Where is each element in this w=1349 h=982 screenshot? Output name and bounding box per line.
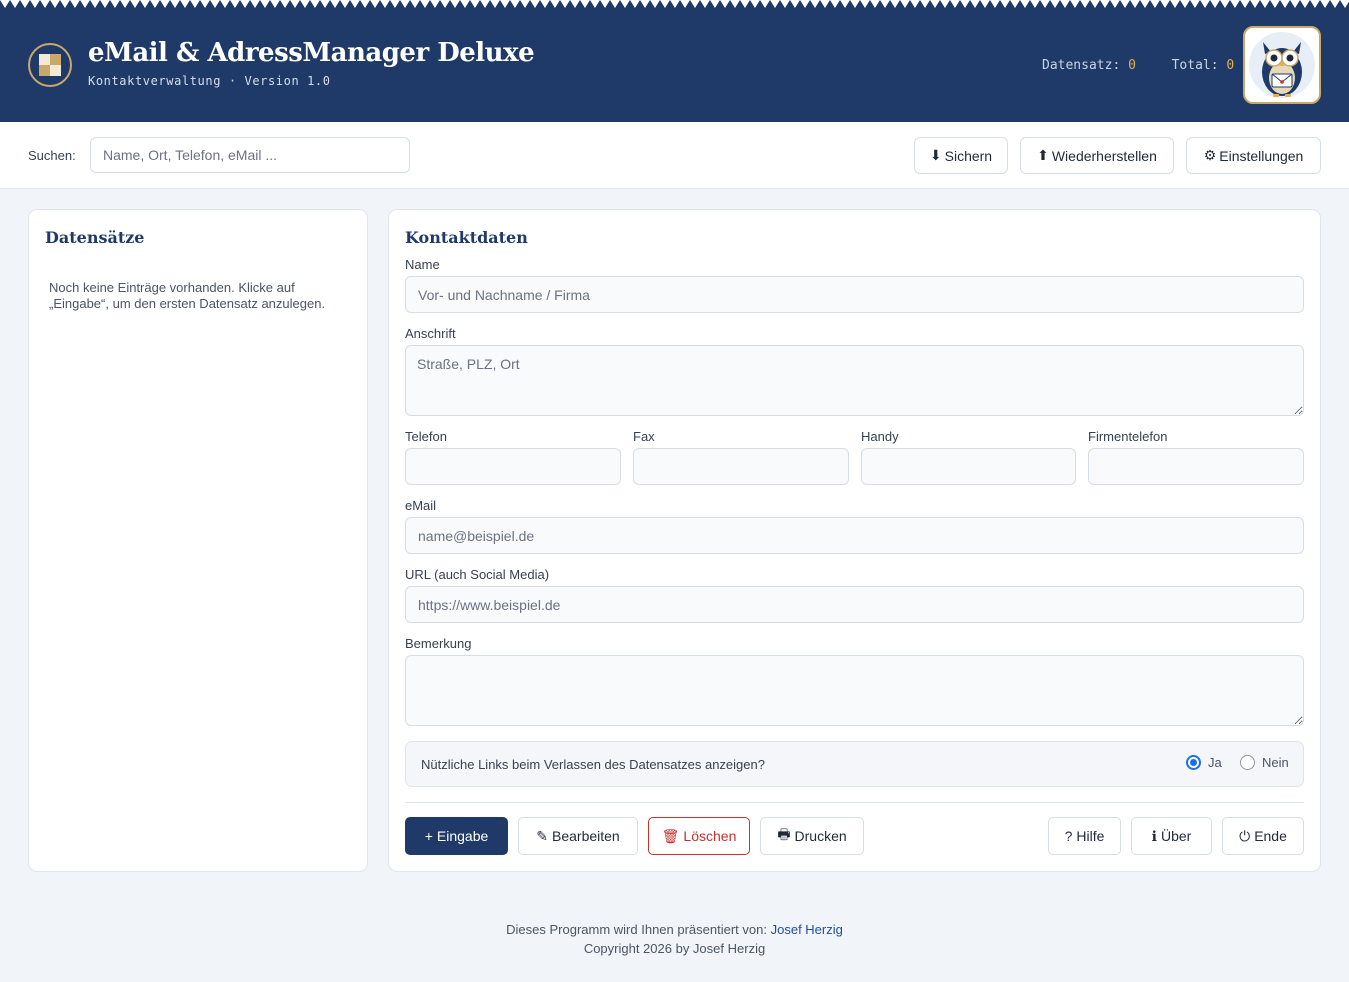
print-button[interactable]: 🖶 Drucken	[760, 817, 864, 855]
footer-author-link[interactable]: Josef Herzig	[771, 922, 843, 937]
delete-button[interactable]: 🗑 Löschen	[648, 817, 750, 855]
address-label: Anschrift	[405, 326, 456, 341]
help-button-label: Hilfe	[1076, 828, 1105, 844]
add-button[interactable]: + Eingabe	[405, 817, 508, 855]
records-empty-text: Noch keine Einträge vorhanden. Klicke au…	[49, 280, 326, 311]
footer-presented-by: Dieses Programm wird Ihnen präsentiert v…	[0, 922, 1349, 937]
question-icon: ?	[1064, 828, 1073, 844]
plus-icon: +	[424, 828, 433, 844]
app-subtitle: Kontaktverwaltung · Version 1.0	[88, 74, 331, 88]
mobile-label: Handy	[861, 429, 899, 444]
exit-button[interactable]: ⏻ Ende	[1222, 817, 1304, 855]
about-button-label: Über	[1160, 828, 1192, 844]
contact-form-title: Kontaktdaten	[405, 228, 528, 247]
radio-no[interactable]	[1240, 755, 1255, 770]
help-button[interactable]: ? Hilfe	[1048, 817, 1121, 855]
company-phone-label: Firmentelefon	[1088, 429, 1168, 444]
toolbar: Suchen: ⬇ Sichern ⬆ Wiederherstellen ⚙ E…	[0, 122, 1349, 189]
search-label: Suchen:	[28, 148, 76, 163]
owl-mascot-icon	[1243, 26, 1321, 104]
remark-label: Bemerkung	[405, 636, 472, 651]
records-title: Datensätze	[45, 228, 145, 247]
email-label: eMail	[405, 498, 437, 513]
radio-option-no[interactable]: Nein	[1240, 755, 1289, 770]
radio-option-yes[interactable]: Ja	[1186, 755, 1222, 770]
app-header: eMail & AdressManager Deluxe Kontaktverw…	[0, 0, 1349, 122]
useful-links-option: Nützliche Links beim Verlassen des Daten…	[405, 741, 1304, 787]
download-icon: ⬇	[929, 147, 942, 163]
mobile-input[interactable]	[861, 448, 1076, 485]
total-label: Total:	[1171, 58, 1219, 73]
fax-input[interactable]	[633, 448, 849, 485]
footer-presented-text: Dieses Programm wird Ihnen präsentiert v…	[506, 922, 767, 937]
address-textarea[interactable]	[405, 345, 1304, 416]
delete-button-label: Löschen	[683, 828, 737, 844]
save-button-label: Sichern	[944, 147, 993, 164]
info-icon: ℹ	[1151, 827, 1157, 844]
record-value: 0	[1128, 58, 1136, 73]
printer-icon: 🖶	[777, 826, 791, 842]
url-input[interactable]	[405, 586, 1304, 623]
company-phone-input[interactable]	[1088, 448, 1304, 485]
header-zigzag-border	[0, 0, 1349, 9]
record-label: Datensatz:	[1042, 58, 1121, 73]
actions-divider	[405, 802, 1304, 803]
remark-textarea[interactable]	[405, 655, 1304, 726]
checker-logo-icon	[28, 43, 72, 87]
fax-label: Fax	[633, 429, 655, 444]
restore-button-label: Wiederherstellen	[1051, 147, 1157, 164]
url-label: URL (auch Social Media)	[405, 567, 550, 582]
settings-button-label: Einstellungen	[1219, 147, 1304, 164]
name-label: Name	[405, 257, 440, 272]
settings-button[interactable]: ⚙ Einstellungen	[1186, 137, 1321, 174]
edit-button[interactable]: ✎ Bearbeiten	[518, 817, 638, 855]
useful-links-question: Nützliche Links beim Verlassen des Daten…	[421, 757, 765, 772]
app-title: eMail & AdressManager Deluxe	[88, 38, 535, 68]
edit-button-label: Bearbeiten	[552, 828, 620, 844]
gear-icon: ⚙	[1203, 147, 1217, 163]
footer-copyright: Copyright 2026 by Josef Herzig	[583, 941, 766, 956]
radio-no-label: Nein	[1262, 755, 1289, 770]
total-value: 0	[1226, 58, 1235, 73]
print-button-label: Drucken	[794, 828, 847, 844]
pencil-icon: ✎	[536, 827, 548, 844]
contact-form-panel: Kontaktdaten Name Anschrift Telefon Fax …	[388, 209, 1321, 872]
radio-yes-label: Ja	[1208, 755, 1222, 770]
email-input[interactable]	[405, 517, 1304, 554]
record-counters: Datensatz: 0 Total: 0	[1042, 58, 1234, 73]
phone-label: Telefon	[405, 429, 447, 444]
upload-icon: ⬆	[1037, 147, 1049, 163]
about-button[interactable]: ℹ Über	[1131, 817, 1212, 855]
restore-button[interactable]: ⬆ Wiederherstellen	[1020, 137, 1174, 174]
phone-input[interactable]	[405, 448, 621, 485]
power-icon: ⏻	[1239, 827, 1251, 844]
trash-icon: 🗑	[661, 827, 680, 844]
add-button-label: Eingabe	[436, 828, 489, 844]
name-input[interactable]	[405, 276, 1304, 313]
radio-yes[interactable]	[1186, 755, 1201, 770]
records-panel: Datensätze Noch keine Einträge vorhanden…	[28, 209, 368, 872]
exit-button-label: Ende	[1254, 828, 1287, 844]
save-button[interactable]: ⬇ Sichern	[914, 137, 1008, 174]
search-input[interactable]	[90, 137, 410, 173]
